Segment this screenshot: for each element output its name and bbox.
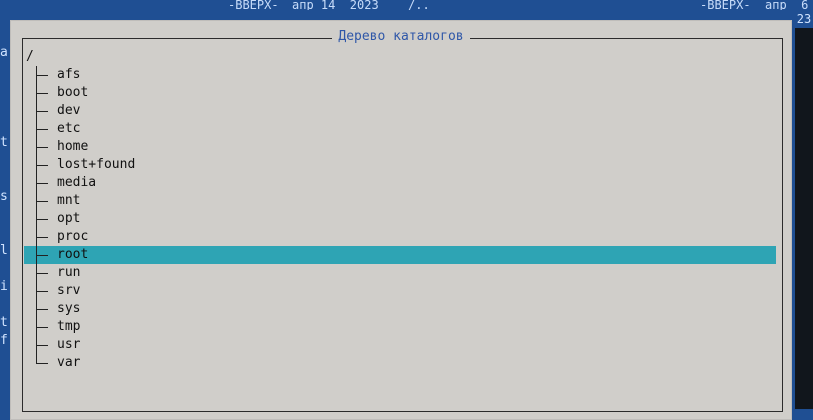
tree-item-srv[interactable]: srv (24, 282, 776, 300)
directory-tree-dialog: Дерево каталогов / afs boot dev etc home lost… (10, 20, 792, 420)
tree-item-lost-found[interactable]: lost+found (24, 156, 776, 174)
tree-branch-horizontal-line (36, 345, 48, 346)
tree-branch-horizontal-line (36, 165, 48, 166)
tree-branch-horizontal-line (36, 291, 48, 292)
tree-branch-horizontal-line (36, 183, 48, 184)
tree-branch-horizontal-line (36, 309, 48, 310)
tree-item-tmp[interactable]: tmp (24, 318, 776, 336)
tree-item-label: sys (57, 301, 81, 316)
tree-item-label: run (57, 265, 81, 280)
tree-item-proc[interactable]: proc (24, 228, 776, 246)
bg-right-panel-strip (795, 28, 813, 409)
tree-branch-horizontal-line (36, 111, 48, 112)
tree-item-afs[interactable]: afs (24, 66, 776, 84)
tree-branch-horizontal-line (36, 219, 48, 220)
tree-item-etc[interactable]: etc (24, 120, 776, 138)
tree-item-opt[interactable]: opt (24, 210, 776, 228)
tree-branch-horizontal-line (36, 147, 48, 148)
bg-left-letters: a t s l i t f (0, 45, 8, 348)
tree-item-label: tmp (57, 319, 81, 334)
tree-branch-horizontal-line (36, 273, 48, 274)
tree-branch-horizontal-line (36, 327, 48, 328)
tree-item-run[interactable]: run (24, 264, 776, 282)
tree-branch-horizontal-line (36, 255, 48, 256)
tree-root[interactable]: / (26, 48, 34, 66)
tree-item-boot[interactable]: boot (24, 84, 776, 102)
tree-item-mnt[interactable]: mnt (24, 192, 776, 210)
tree-item-dev[interactable]: dev (24, 102, 776, 120)
tree-item-label: var (57, 355, 81, 370)
bg-right-digits: 23 (795, 10, 813, 28)
directory-tree[interactable]: / afs boot dev etc home lost+found media mnt opt… (24, 48, 784, 398)
tree-branch-vertical-line (36, 354, 37, 363)
tree-item-label: srv (57, 283, 81, 298)
tree-item-home[interactable]: home (24, 138, 776, 156)
tree-item-label: mnt (57, 193, 81, 208)
tree-item-var[interactable]: var (24, 354, 776, 372)
tree-item-label: afs (57, 67, 81, 82)
tree-item-sys[interactable]: sys (24, 300, 776, 318)
tree-item-root[interactable]: root (24, 246, 776, 264)
tree-item-media[interactable]: media (24, 174, 776, 192)
tree-item-label: usr (57, 337, 81, 352)
tree-item-label: home (57, 139, 89, 154)
tree-item-label: root (57, 247, 89, 262)
tree-item-label: media (57, 175, 97, 190)
tree-item-label: etc (57, 121, 81, 136)
bg-top-fragment-4: -ВВЕРХ- (700, 0, 751, 10)
tree-branch-horizontal-line (36, 201, 48, 202)
bg-top-fragment-3: /.. (408, 0, 430, 10)
bg-top-fragment-1: -ВВЕРХ- (228, 0, 279, 10)
tree-branch-horizontal-line (36, 363, 48, 364)
bg-top-fragment-2: апр 14 2023 (292, 0, 379, 10)
tree-item-label: lost+found (57, 157, 136, 172)
bg-top-fragment-5: апр 6 (765, 0, 809, 10)
tree-item-label: opt (57, 211, 81, 226)
tree-item-label: dev (57, 103, 81, 118)
tree-branch-horizontal-line (36, 129, 48, 130)
tree-item-usr[interactable]: usr (24, 336, 776, 354)
tree-branch-horizontal-line (36, 237, 48, 238)
tree-branch-horizontal-line (36, 75, 48, 76)
tree-item-label: boot (57, 85, 89, 100)
tree-item-label: proc (57, 229, 89, 244)
tree-branch-horizontal-line (36, 93, 48, 94)
